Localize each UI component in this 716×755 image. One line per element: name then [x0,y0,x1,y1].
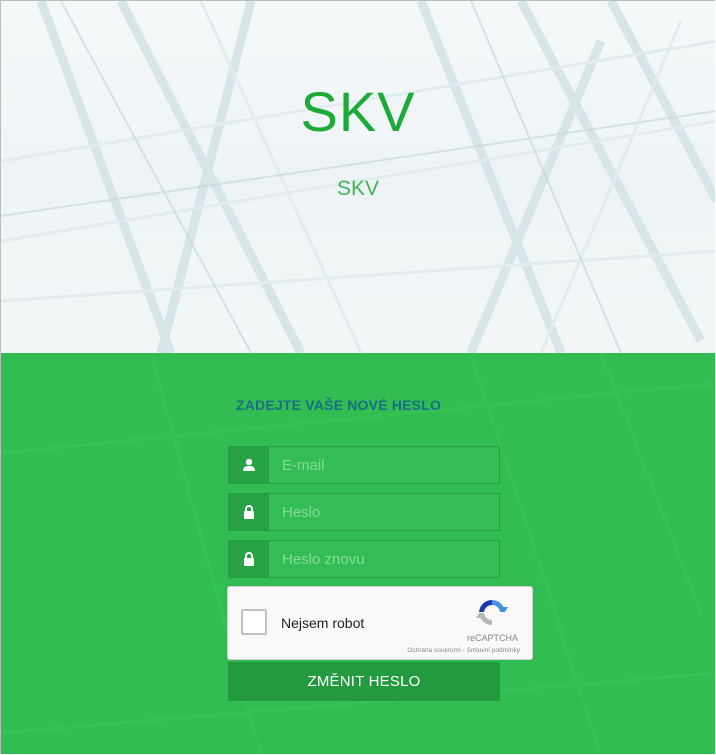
form-panel: ZADEJTE VAŠE NOVÉ HESLO Nejsem robot [1,353,715,754]
user-icon [229,447,269,483]
change-password-button[interactable]: ZMĚNIT HESLO [228,662,500,701]
page-frame: SKV SKV ZADEJTE VAŠE NOVÉ HESLO E-mail N… [0,0,715,754]
recaptcha-terms-link[interactable]: Ochrana soukromí - Smluvní podmínky [407,647,520,654]
email-field [228,446,500,484]
lock-icon [229,494,269,530]
site-title: SKV [300,80,416,143]
recaptcha-widget: Nejsem robot reCAPTCHA Ochrana soukromí … [227,586,533,660]
site-subtitle: SKV [336,177,380,200]
password-input[interactable] [270,494,498,530]
lock-icon [229,541,269,577]
recaptcha-label: Nejsem robot [281,615,365,631]
password-field [228,493,500,531]
recaptcha-checkbox[interactable] [241,609,267,635]
password-again-field [228,540,500,578]
recaptcha-logo-icon [475,597,509,634]
email-input[interactable] [270,447,498,483]
recaptcha-brand: reCAPTCHA [467,633,519,643]
form-heading: ZADEJTE VAŠE NOVÉ HESLO [236,397,442,413]
hero-banner: SKV SKV [1,1,715,353]
password-again-input[interactable] [270,541,498,577]
